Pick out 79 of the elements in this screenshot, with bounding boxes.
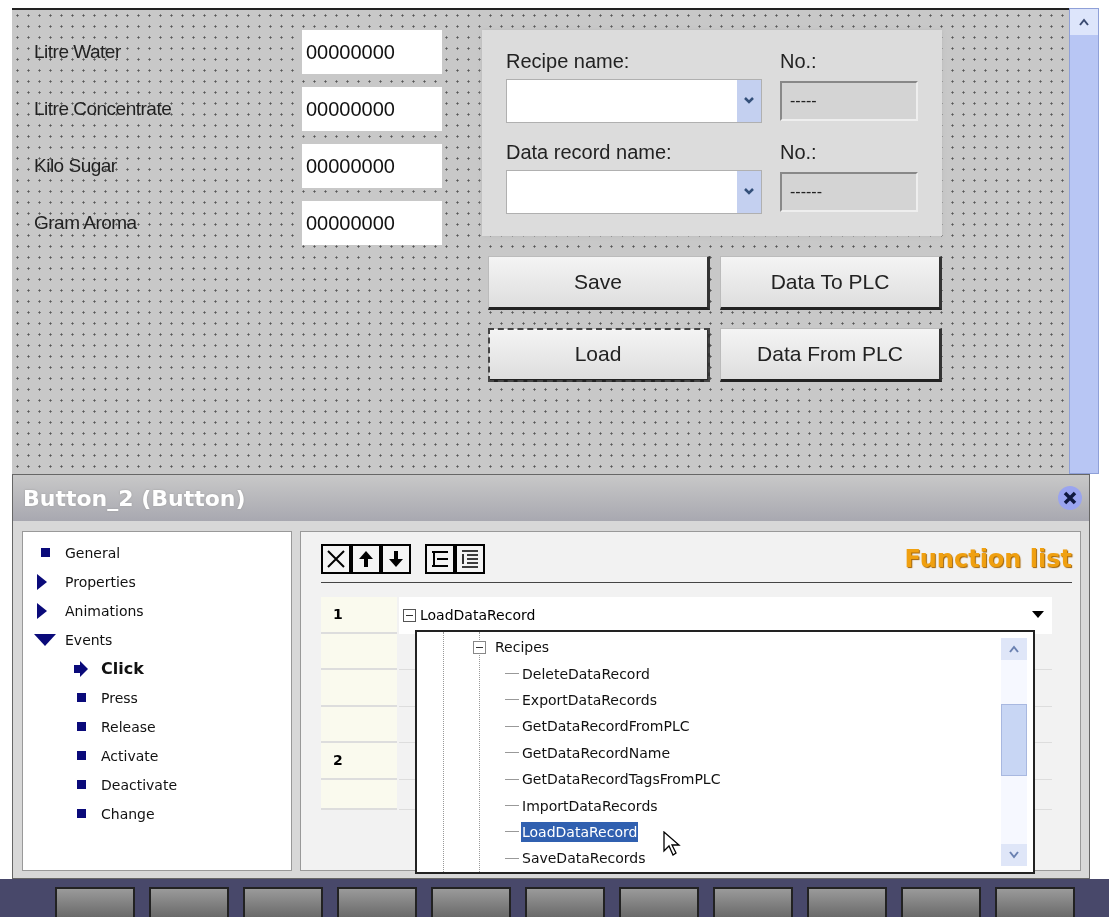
toolbar-button[interactable] <box>55 887 135 917</box>
io-field[interactable]: 00000000 <box>302 201 442 245</box>
toolbar-button[interactable] <box>619 887 699 917</box>
data-record-name-label: Data record name: <box>506 141 673 164</box>
function-item[interactable]: LoadDataRecord <box>521 821 639 842</box>
number-label: No.: <box>780 50 818 73</box>
function-dropdown[interactable]: LoadDataRecord <box>399 597 1052 634</box>
toolbar-button[interactable] <box>243 887 323 917</box>
function-item[interactable]: GetDataRecordName <box>521 742 672 763</box>
row-number: 2 <box>321 743 397 780</box>
scroll-up-icon[interactable] <box>1008 645 1020 653</box>
scrollbar[interactable] <box>1001 638 1027 866</box>
collapse-icon[interactable] <box>403 608 416 622</box>
toolbar-button[interactable] <box>431 887 511 917</box>
square-bullet-icon <box>76 751 86 760</box>
scroll-up-icon[interactable] <box>1078 18 1090 26</box>
row-number: 1 <box>321 597 397 634</box>
toolbar-button[interactable] <box>149 887 229 917</box>
inspector-title: Button_2 (Button) <box>23 485 246 511</box>
square-bullet-icon <box>76 809 86 818</box>
toolbar-button[interactable] <box>995 887 1075 917</box>
toolbar-button[interactable] <box>807 887 887 917</box>
data-record-number-field: ------ <box>780 172 918 212</box>
delete-icon[interactable] <box>321 544 351 574</box>
nav-item[interactable]: Press <box>101 689 138 706</box>
nav-item[interactable]: Click <box>101 659 144 678</box>
function-item[interactable]: ImportDataRecords <box>521 795 659 816</box>
toolbar-button[interactable] <box>525 887 605 917</box>
nav-item[interactable]: General <box>65 544 121 561</box>
scroll-thumb[interactable] <box>1001 704 1027 776</box>
function-item[interactable]: SaveDataRecords <box>521 848 647 869</box>
nav-item[interactable]: Properties <box>65 573 136 590</box>
scroll-down-icon[interactable] <box>1008 851 1020 859</box>
arrow-right-icon <box>73 660 89 677</box>
scrollbar[interactable] <box>1069 8 1099 474</box>
io-field[interactable]: 00000000 <box>302 30 442 74</box>
nav-item[interactable]: Animations <box>65 602 144 619</box>
field-label: Litre Water <box>34 41 122 63</box>
nav-item[interactable]: Change <box>101 805 155 822</box>
collapse-icon[interactable] <box>473 640 486 654</box>
arrow-up-icon[interactable] <box>351 544 381 574</box>
recipe-name-label: Recipe name: <box>506 50 631 73</box>
io-field[interactable]: 00000000 <box>302 87 442 131</box>
tree-group[interactable]: Recipes <box>494 637 551 658</box>
field-label: Litre Concentrate <box>34 98 173 120</box>
toolbar-button[interactable] <box>337 887 417 917</box>
square-bullet-icon <box>40 548 50 557</box>
close-icon[interactable] <box>1057 485 1083 511</box>
nav-item[interactable]: Events <box>65 631 113 648</box>
outdent-icon[interactable] <box>425 544 455 574</box>
chevron-down-icon <box>743 97 755 105</box>
chevron-down-icon <box>743 188 755 196</box>
hmi-button[interactable]: Load <box>488 328 710 382</box>
nav-item[interactable]: Release <box>101 718 156 735</box>
mouse-cursor-icon <box>663 830 681 857</box>
nav-item[interactable]: Deactivate <box>101 776 177 793</box>
arrow-down-icon[interactable] <box>381 544 411 574</box>
io-field[interactable]: 00000000 <box>302 144 442 188</box>
field-label: Kilo Sugar <box>34 155 118 177</box>
square-bullet-icon <box>76 693 86 702</box>
function-item[interactable]: ExportDataRecords <box>521 689 658 710</box>
nav-item[interactable]: Activate <box>101 747 159 764</box>
hmi-button[interactable]: Save <box>488 256 710 310</box>
caret-down-icon[interactable] <box>1032 611 1044 620</box>
triangle-down-icon[interactable] <box>33 632 57 647</box>
square-bullet-icon <box>76 780 86 789</box>
function-item[interactable]: DeleteDataRecord <box>521 663 651 684</box>
function-item[interactable]: GetDataRecordFromPLC <box>521 716 691 737</box>
field-label: Gram Aroma <box>34 212 138 234</box>
toolbar-button[interactable] <box>901 887 981 917</box>
square-bullet-icon <box>76 722 86 731</box>
hmi-button[interactable]: Data From PLC <box>720 328 942 382</box>
indent-icon[interactable] <box>455 544 485 574</box>
toolbar-button[interactable] <box>713 887 793 917</box>
hmi-button[interactable]: Data To PLC <box>720 256 942 310</box>
function-list-title: Function list <box>904 545 1072 573</box>
number-label: No.: <box>780 141 818 164</box>
recipe-number-field: ----- <box>780 81 918 121</box>
function-item[interactable]: GetDataRecordTagsFromPLC <box>521 769 722 790</box>
